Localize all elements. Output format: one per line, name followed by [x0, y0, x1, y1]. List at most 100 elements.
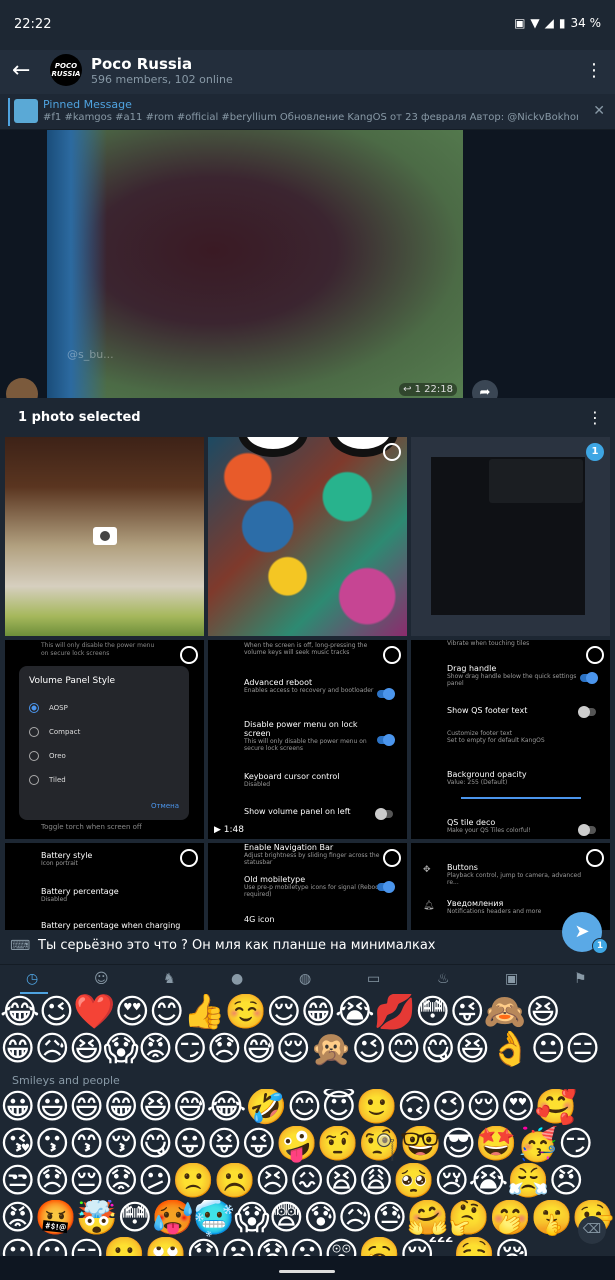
dialog-cancel: Отмена: [150, 802, 179, 810]
emoji-row[interactable]: 😂😉❤️😍😊👍☺️😌😁😭💋😳😜🙈😆: [0, 994, 615, 1031]
battery-percent: 34 %: [570, 16, 602, 30]
send-count-badge: 1: [592, 938, 608, 954]
setting-title: Old mobiletype: [244, 875, 306, 884]
screenshot-content: Battery style Icon portrait Battery perce…: [5, 843, 204, 933]
setting-sub: This will only disable the power menu on…: [244, 738, 367, 752]
dialog-title: Volume Panel Style: [29, 676, 116, 686]
owl-eye-left: [238, 437, 308, 457]
toggle-switch: [578, 824, 596, 836]
smiley-icon[interactable]: ☺: [94, 971, 109, 987]
backspace-icon[interactable]: ⌫: [578, 1216, 606, 1244]
gallery-video-settings[interactable]: When the screen is off, long-pressing th…: [208, 640, 407, 839]
system-nav-bar: [0, 1256, 615, 1280]
screenshot-text: This will only disable the power menu: [41, 642, 155, 649]
setting-sub: Customize footer text: [447, 730, 513, 737]
gallery-photo-selected[interactable]: 1: [411, 437, 610, 636]
emoji-row[interactable]: 😁😥😆😱😡😏😞😅😌🙊😉😊😋😆👌😐😑: [0, 1031, 615, 1068]
video-duration: ▶ 1:48: [214, 825, 244, 835]
recent-icon[interactable]: ◷: [26, 971, 38, 987]
gallery-photo-statusbar[interactable]: Enable Navigation Bar Adjust brightness b…: [208, 843, 407, 933]
emoji-row[interactable]: 😶😐😑😬🙄😯😦😧😮😲🥱😴🤤😪: [0, 1237, 615, 1256]
setting-sub: Playback control, jump to camera, advanc…: [447, 872, 582, 886]
selected-badge[interactable]: 1: [586, 443, 604, 461]
unpin-icon[interactable]: ✕: [593, 103, 605, 119]
sport-icon[interactable]: ◍: [299, 971, 311, 987]
chat-title[interactable]: Poco Russia: [91, 55, 192, 73]
pinned-accent-bar: [8, 98, 10, 126]
screenshot-content: This will only disable the power menu on…: [5, 640, 204, 839]
car-icon[interactable]: ▭: [367, 971, 380, 987]
more-vert-icon[interactable]: ⋮: [585, 60, 603, 81]
wifi-icon: ▼: [530, 16, 540, 30]
setting-sub: Disabled: [41, 896, 68, 903]
emoji-row[interactable]: 😡🤬🤯😳🥵🥶😱😨😰😥😓🤗🤔🤭🤫🤥: [0, 1200, 615, 1237]
setting-title: Advanced reboot: [244, 678, 313, 687]
radio-selected-icon: [29, 703, 39, 713]
chat-avatar[interactable]: POCO RUSSIA: [50, 54, 82, 86]
back-arrow-icon[interactable]: ←: [12, 58, 30, 83]
screenshot-content: When the screen is off, long-pressing th…: [208, 640, 407, 839]
setting-title: Disable power menu on lock screen: [244, 720, 358, 738]
gallery-photo-battery[interactable]: Battery style Icon portrait Battery perce…: [5, 843, 204, 933]
select-circle[interactable]: [383, 849, 401, 867]
message-input[interactable]: Ты серьёзно это что ? Он мля как планше …: [38, 938, 436, 953]
select-circle[interactable]: [586, 849, 604, 867]
setting-title: Battery style: [41, 851, 93, 860]
animal-icon[interactable]: ♞: [163, 971, 176, 987]
toggle-switch: [375, 808, 393, 820]
setting-sub: Icon portrait: [41, 860, 78, 867]
setting-sub: Notifications headers and more: [447, 908, 542, 915]
emoji-row[interactable]: 😒😞😔😟😕🙁☹️😣😖😫😩🥺😢😭😤😠: [0, 1163, 615, 1200]
symbols-icon[interactable]: ▣: [505, 971, 518, 987]
radio-icon: [29, 727, 39, 737]
status-bar: 22:22 ▣ ▼ ◢ ▮ 34 %: [0, 0, 615, 50]
emoji-section-label: Smileys and people: [12, 1074, 120, 1087]
setting-title: Show volume panel on left: [244, 807, 351, 816]
option-label: Oreo: [49, 752, 66, 760]
attach-sheet: 1 photo selected ⋮ 1 This will only disa…: [0, 398, 615, 933]
bell-icon: 🔔︎: [423, 901, 435, 911]
select-circle[interactable]: [383, 443, 401, 461]
dialog-option: Compact: [29, 720, 179, 744]
keyboard-icon[interactable]: ⌨: [10, 938, 30, 954]
select-circle[interactable]: [586, 646, 604, 664]
camera-tile[interactable]: [5, 437, 204, 636]
screenshot-text: on secure lock screens: [41, 650, 110, 657]
bulb-icon[interactable]: ♨: [437, 971, 450, 987]
gallery-photo-qs-settings[interactable]: Vibrate when touching tiles Drag handle S…: [411, 640, 610, 839]
buttons-setting-icon: ✥: [423, 865, 431, 875]
sheet-more-icon[interactable]: ⋮: [587, 408, 603, 427]
home-gesture-pill[interactable]: [279, 1270, 335, 1273]
sheet-header: 1 photo selected: [18, 410, 141, 425]
pinned-text: #f1 #kamgos #a11 #rom #official #berylli…: [43, 112, 578, 123]
setting-title: Show QS footer text: [447, 706, 528, 715]
emoji-row[interactable]: 😀😃😄😁😆😅😂🤣😊😇🙂🙃😉😌😍🥰: [0, 1089, 615, 1126]
food-icon[interactable]: ●: [231, 971, 243, 987]
message-input-bar: ⌨ Ты серьёзно это что ? Он мля как планш…: [0, 930, 615, 964]
camera-status-icon: ▣: [514, 16, 526, 30]
setting-sub: Show drag handle below the quick setting…: [447, 673, 577, 687]
pinned-thumbnail: [14, 99, 38, 123]
status-time: 22:22: [14, 17, 52, 32]
setting-sub: When the screen is off, long-pressing th…: [244, 642, 368, 656]
setting-sub: Use pre-p mobiletype icons for signal (R…: [244, 884, 382, 898]
emoji-panel: 😂😉❤️😍😊👍☺️😌😁😭💋😳😜🙈😆 😁😥😆😱😡😏😞😅😌🙊😉😊😋😆👌😐😑 Smil…: [0, 994, 615, 1256]
emoji-row[interactable]: 😘😗😙😚😋😛😝😜🤪🤨🧐🤓😎🤩🥳😏: [0, 1126, 615, 1163]
select-circle[interactable]: [180, 646, 198, 664]
select-circle[interactable]: [180, 849, 198, 867]
gallery-photo-owl[interactable]: [208, 437, 407, 636]
message-photo[interactable]: @s_bu... ↩ 1 22:18: [47, 130, 463, 398]
setting-title: Background opacity: [447, 770, 527, 779]
option-label: Tiled: [49, 776, 66, 784]
setting-sub: Enables access to recovery and bootloade…: [244, 687, 374, 694]
select-circle[interactable]: [383, 646, 401, 664]
flag-icon[interactable]: ⚑: [574, 971, 587, 987]
pinned-message-bar[interactable]: Pinned Message #f1 #kamgos #a11 #rom #of…: [0, 94, 615, 130]
battery-icon: ▮: [558, 16, 566, 30]
toggle-switch: [377, 881, 395, 893]
opacity-slider: [461, 797, 581, 799]
volume-dialog: Volume Panel Style AOSP Compact Oreo Til…: [19, 666, 189, 820]
setting-title: Battery percentage when charging: [41, 921, 181, 930]
setting-sub: Disabled: [244, 781, 271, 788]
gallery-photo-volume-dialog[interactable]: This will only disable the power menu on…: [5, 640, 204, 839]
